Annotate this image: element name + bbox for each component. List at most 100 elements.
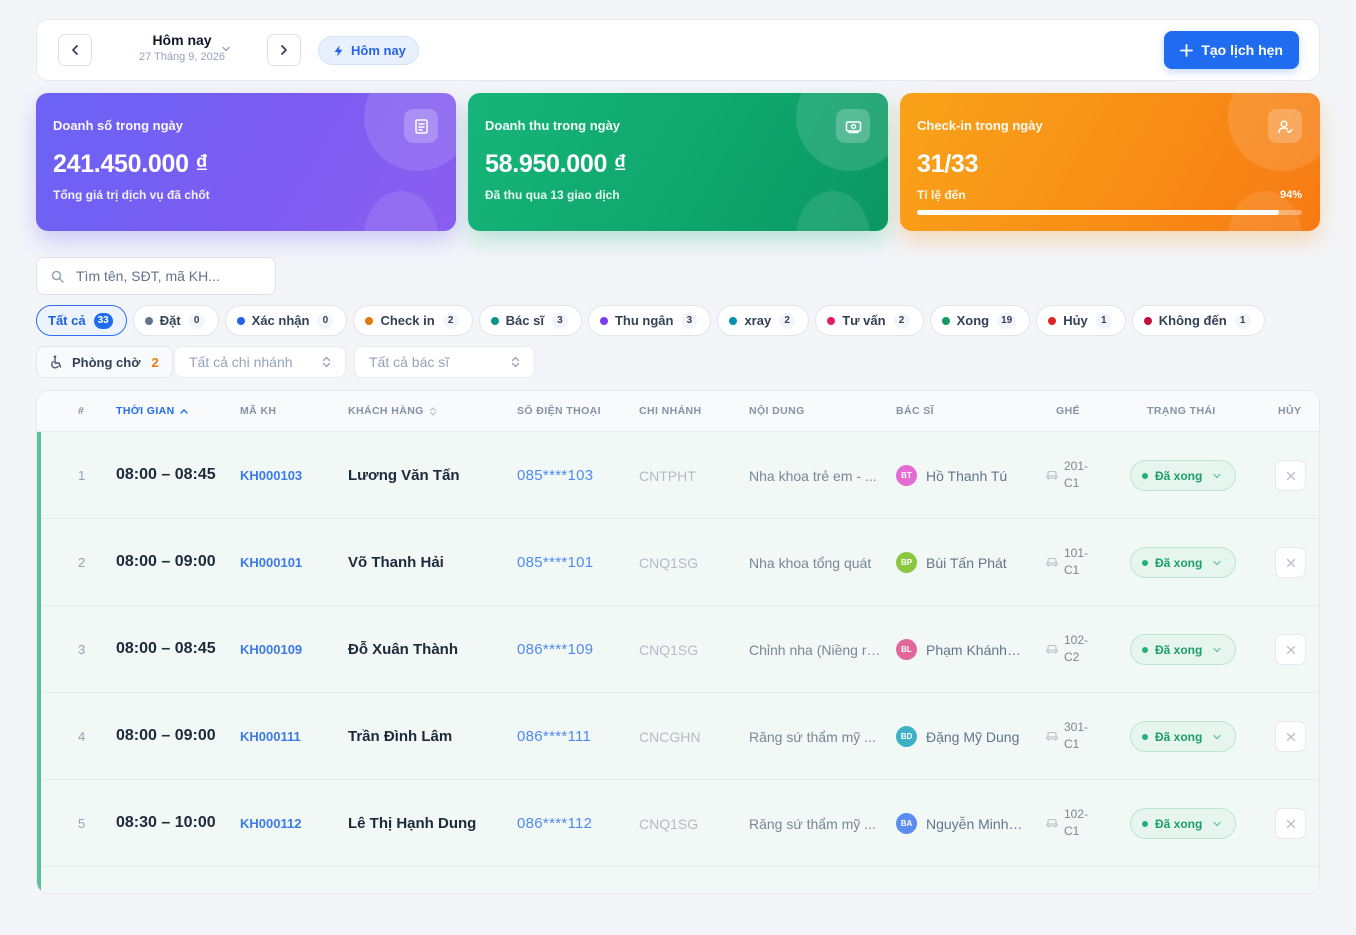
customer-name[interactable]: Võ Thanh Hải: [348, 554, 444, 571]
search-input[interactable]: [76, 268, 256, 284]
status-dropdown[interactable]: Đã xong: [1130, 547, 1236, 578]
status-chip[interactable]: Xác nhận 0: [224, 305, 348, 336]
chevron-down-icon[interactable]: [221, 44, 231, 54]
col-status: TRẠNG THÁI: [1147, 405, 1216, 417]
waiting-room-label: Phòng chờ: [72, 354, 141, 370]
col-time[interactable]: THỜI GIAN: [116, 405, 188, 417]
status-chip[interactable]: Hủy 1: [1036, 305, 1126, 336]
chair-seat: C2: [1064, 650, 1080, 664]
status-dot: [1143, 316, 1152, 325]
chair-cell: 102- C1: [1046, 806, 1088, 840]
checkin-rate-percent: 94%: [1279, 189, 1302, 201]
cancel-button[interactable]: [1275, 460, 1306, 491]
create-appointment-button[interactable]: Tạo lịch hẹn: [1164, 31, 1299, 69]
customer-name[interactable]: Trần Đình Lâm: [348, 728, 452, 745]
today-button[interactable]: Hôm nay: [318, 36, 419, 65]
status-dot: [365, 316, 374, 325]
customer-code-link[interactable]: KH000103: [240, 468, 302, 483]
branch-code: CNCGHN: [639, 729, 701, 745]
col-branch: CHI NHÁNH: [639, 405, 702, 417]
next-day-button[interactable]: [267, 34, 301, 66]
branch-code: CNQ1SG: [639, 642, 699, 658]
customer-phone[interactable]: 086****112: [517, 815, 592, 832]
waiting-room-filter[interactable]: Phòng chờ 2: [36, 346, 173, 378]
status-dropdown[interactable]: Đã xong: [1130, 808, 1236, 839]
close-icon: [1286, 732, 1295, 741]
table-row[interactable]: 1 08:00 – 08:45 KH000103 Lương Văn Tấn 085**…: [41, 432, 1319, 519]
status-chip-count: 19: [997, 312, 1017, 329]
col-cancel: HỦY: [1278, 405, 1302, 417]
create-appointment-label: Tạo lịch hẹn: [1201, 42, 1283, 58]
status-chip[interactable]: Tất cả 33: [36, 305, 127, 336]
sort-asc-icon: [179, 408, 188, 414]
checkin-value: 31/33: [917, 150, 979, 178]
doctor-cell: BP Bùi Tấn Phát: [896, 552, 1026, 573]
status-chip[interactable]: Đặt 0: [132, 305, 219, 336]
status-chip[interactable]: Xong 19: [929, 305, 1031, 336]
customer-code-link[interactable]: KH000111: [240, 729, 301, 744]
status-dropdown[interactable]: Đã xong: [1130, 721, 1236, 752]
status-chip-count: 0: [317, 312, 334, 329]
doctor-name: Phạm Khánh Linh: [926, 641, 1024, 658]
customer-phone[interactable]: 086****109: [517, 641, 593, 658]
chevron-down-icon: [1213, 560, 1221, 565]
status-chip-count: 3: [681, 312, 698, 329]
branch-code: CNQ1SG: [639, 555, 699, 571]
col-content: NỘI DUNG: [749, 405, 805, 417]
cancel-button[interactable]: [1275, 721, 1306, 752]
doctor-name: Đặng Mỹ Dung: [926, 728, 1020, 745]
cancel-button[interactable]: [1275, 547, 1306, 578]
status-chip-count: 2: [779, 312, 796, 329]
customer-code-link[interactable]: KH000112: [240, 816, 301, 831]
customer-name[interactable]: Lương Văn Tấn: [348, 467, 460, 484]
status-chip-count: 2: [442, 312, 459, 329]
status-chip[interactable]: Check in 2: [353, 305, 473, 336]
status-dropdown[interactable]: Đã xong: [1130, 634, 1236, 665]
close-icon: [1286, 819, 1295, 828]
row-index: 4: [78, 729, 86, 744]
status-chip-label: Xác nhận: [251, 313, 310, 328]
table-row[interactable]: 5 08:30 – 10:00 KH000112 Lê Thị Hạnh Dung 08…: [41, 780, 1319, 867]
status-dropdown[interactable]: Đã xong: [1130, 460, 1236, 491]
customer-phone[interactable]: 085****103: [517, 467, 593, 484]
sales-card: Doanh số trong ngày 241.450.000 ₫ Tổng g…: [36, 93, 456, 231]
chair-label: 101- C1: [1064, 545, 1088, 579]
chair-room: 102-: [1064, 633, 1089, 647]
customer-code-link[interactable]: KH000101: [240, 555, 302, 570]
table-row[interactable]: 3 08:00 – 08:45 KH000109 Đỗ Xuân Thành 086**…: [41, 606, 1319, 693]
sales-value: 241.450.000 ₫: [53, 150, 208, 178]
status-chip-label: Xong: [956, 313, 990, 328]
table-header: # THỜI GIAN MÃ KH KHÁCH HÀNG SỐ ĐIỆN THO…: [37, 391, 1319, 432]
table-row[interactable]: 4 08:00 – 09:00 KH000111 Trần Đình Lâm 086**…: [41, 693, 1319, 780]
table-body: 1 08:00 – 08:45 KH000103 Lương Văn Tấn 085**…: [37, 432, 1319, 893]
chevron-left-icon: [72, 45, 78, 55]
doctor-select[interactable]: Tất cả bác sĩ: [354, 346, 535, 378]
revenue-value: 58.950.000 ₫: [485, 150, 627, 178]
cancel-button[interactable]: [1275, 634, 1306, 665]
search-icon: [51, 270, 64, 283]
chevron-down-icon: [1213, 821, 1221, 826]
status-chip[interactable]: Tư vấn 2: [815, 305, 924, 336]
cancel-button[interactable]: [1275, 808, 1306, 839]
doctor-avatar: BA: [896, 813, 917, 834]
status-chip[interactable]: Không đến 1: [1131, 305, 1265, 336]
status-dot: [941, 316, 950, 325]
customer-name[interactable]: Lê Thị Hạnh Dung: [348, 815, 476, 832]
status-label: Đã xong: [1155, 468, 1203, 483]
chair-room: 201-: [1064, 459, 1089, 473]
status-chip[interactable]: Thu ngân 3: [587, 305, 712, 336]
appointment-content: Răng sứ thẩm mỹ ...: [749, 816, 876, 832]
col-customer[interactable]: KHÁCH HÀNG: [348, 405, 437, 417]
cash-icon: [836, 109, 870, 143]
chair-icon: [1046, 818, 1058, 828]
customer-code-link[interactable]: KH000109: [240, 642, 302, 657]
prev-day-button[interactable]: [58, 34, 92, 66]
table-row[interactable]: 2 08:00 – 09:00 KH000101 Võ Thanh Hải 085***…: [41, 519, 1319, 606]
customer-phone[interactable]: 086****111: [517, 728, 591, 745]
status-chip[interactable]: Bác sĩ 3: [478, 305, 582, 336]
branch-select[interactable]: Tất cả chi nhánh: [174, 346, 346, 378]
doctor-name: Bùi Tấn Phát: [926, 554, 1007, 571]
customer-name[interactable]: Đỗ Xuân Thành: [348, 641, 458, 658]
status-chip[interactable]: xray 2: [717, 305, 810, 336]
customer-phone[interactable]: 085****101: [517, 554, 593, 571]
